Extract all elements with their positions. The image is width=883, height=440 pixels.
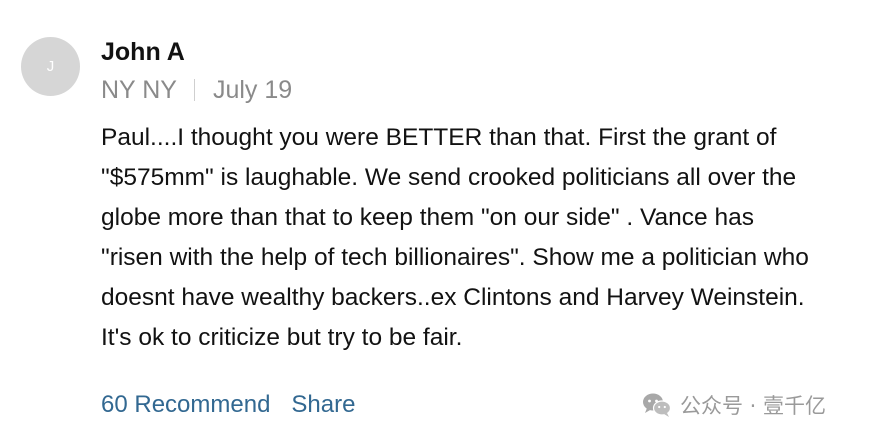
share-button[interactable]: Share [291, 389, 355, 421]
watermark-text: 公众号 · 壹千亿 [680, 394, 827, 418]
comment-location: NY NY [101, 76, 177, 104]
comment-line: "risen with the help of tech billionaire… [101, 244, 809, 271]
meta-divider [193, 79, 195, 101]
comment-line: It's ok to criticize but try to be fair. [101, 324, 463, 351]
comment-date: July 19 [212, 76, 293, 104]
comment-actions: 60 Recommend Share [101, 389, 355, 421]
comment-body: Paul....I thought you were BETTER than t… [101, 118, 881, 358]
avatar: J [21, 37, 80, 96]
comment-line: Paul....I thought you were BETTER than t… [101, 124, 777, 151]
comment-line: doesnt have wealthy backers..ex Clintons… [101, 284, 805, 311]
comment-author: John A [101, 38, 185, 66]
wechat-icon [643, 393, 672, 417]
recommend-button[interactable]: 60 Recommend [101, 389, 270, 421]
watermark: 公众号 · 壹千亿 [642, 389, 826, 421]
avatar-initial: J [46, 58, 55, 75]
comment-line: "$575mm" is laughable. We send crooked p… [101, 164, 797, 191]
comment-line: globe more than that to keep them "on ou… [101, 204, 754, 231]
comment-meta: NY NY July 19 [101, 74, 292, 106]
